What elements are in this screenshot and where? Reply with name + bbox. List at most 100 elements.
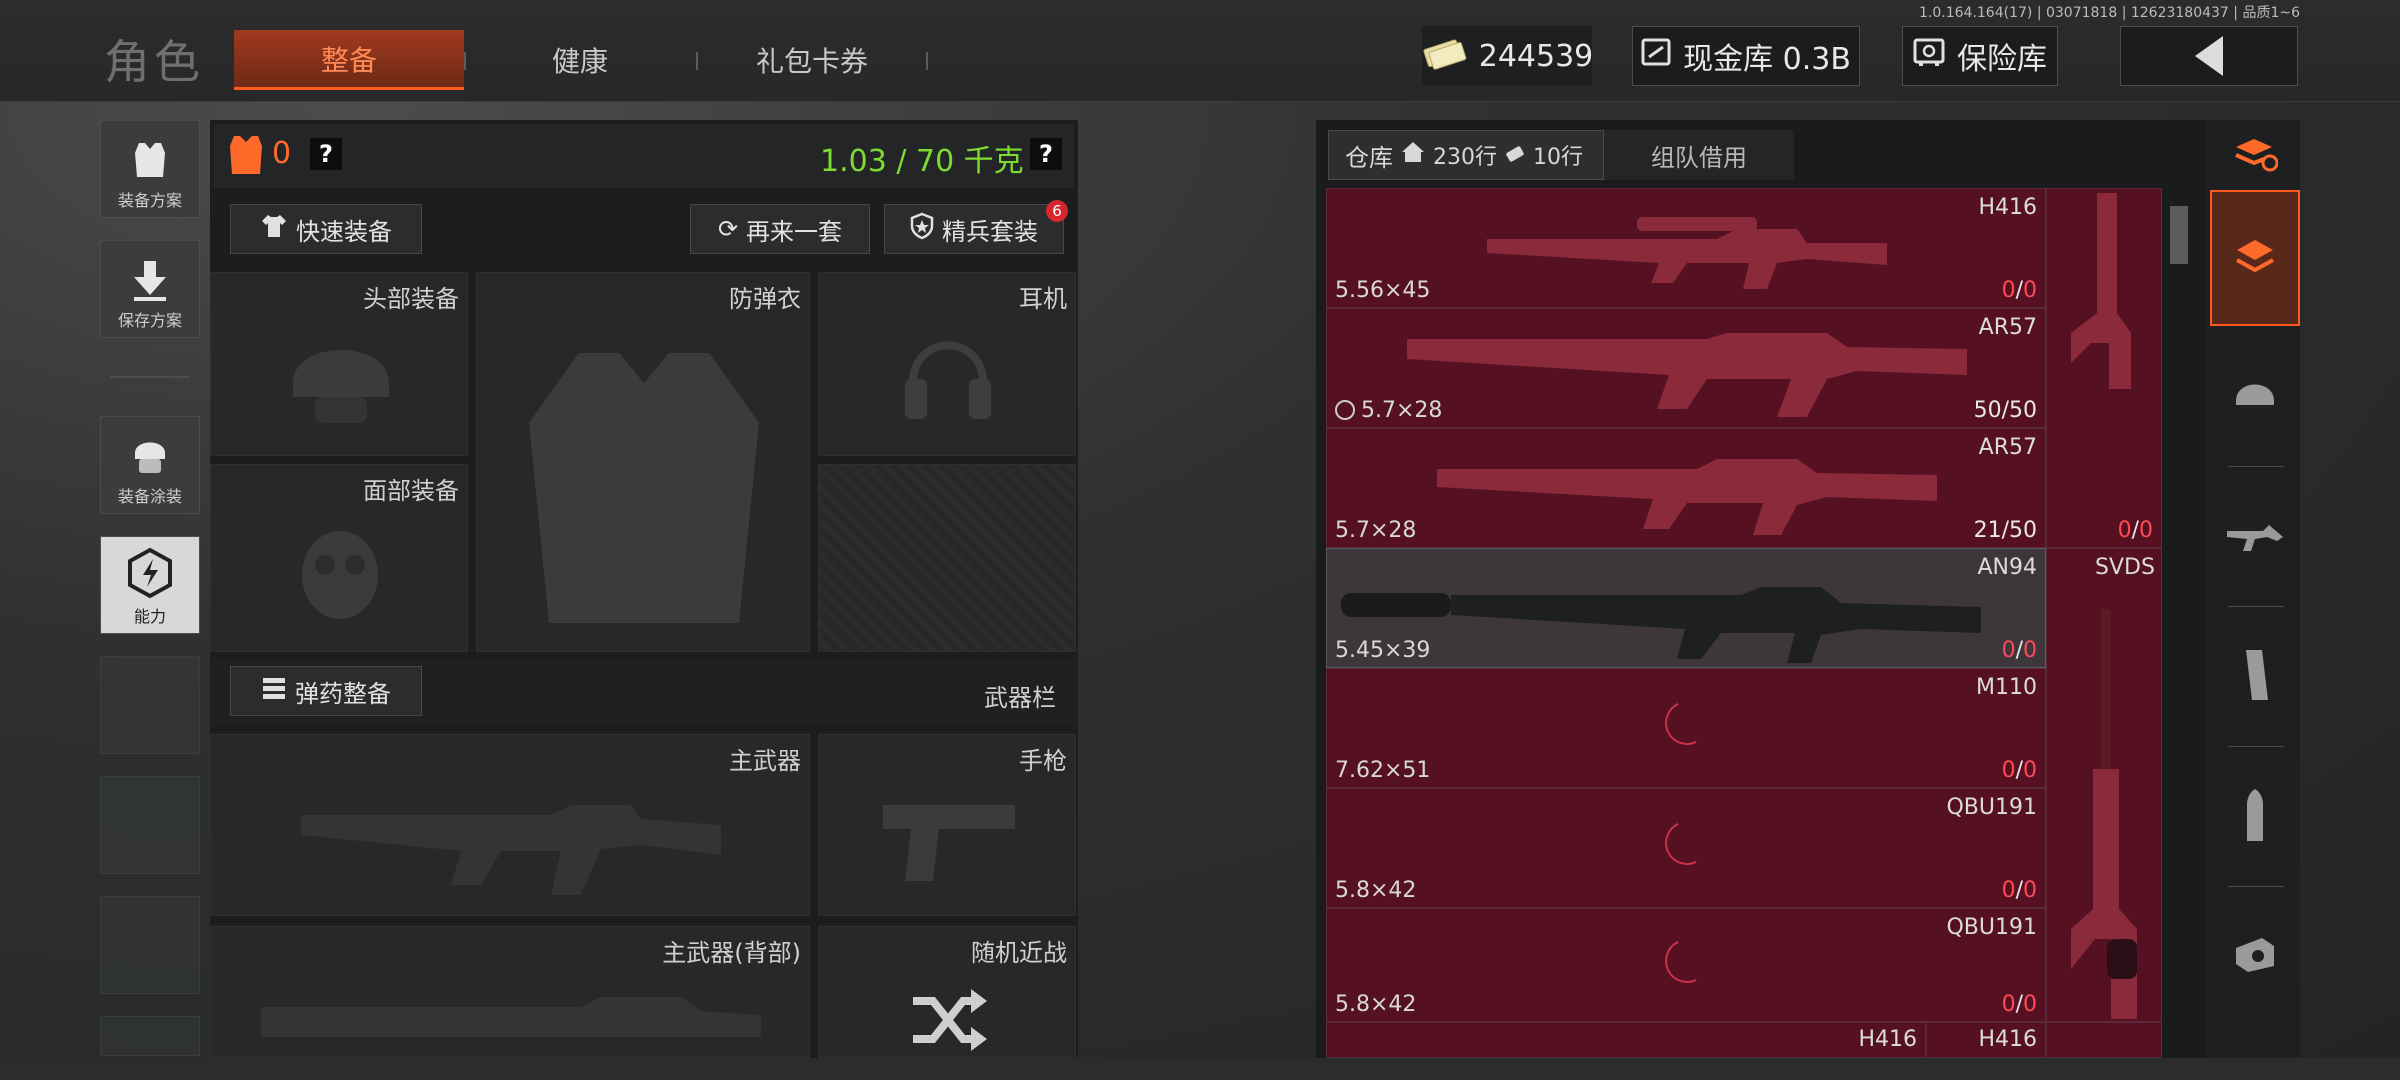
melee-slot[interactable]: 随机近战 [818, 926, 1076, 1058]
primary-weapon-slot[interactable]: 主武器 [210, 734, 810, 916]
item-count: 0/0 [2001, 878, 2037, 903]
face-slot-label: 面部装备 [363, 477, 459, 505]
rows-a: 230行 [1433, 145, 1497, 170]
tab-gift-cards[interactable]: 礼包卡券 [702, 30, 922, 90]
vertical-gun-icon [2071, 193, 2131, 389]
save-plan-button[interactable]: 保存方案 [100, 240, 200, 338]
category-weapon-button[interactable] [2210, 466, 2300, 604]
item-name: SVDS [2095, 555, 2155, 580]
reroll-button[interactable]: ⟳ 再来一套 [690, 204, 870, 254]
back-arrow-icon [2195, 36, 2223, 76]
gas-mask-icon [302, 531, 378, 619]
item-partial[interactable] [2046, 1022, 2162, 1058]
vest-slot-label: 防弹衣 [729, 285, 801, 313]
empty-slot [100, 656, 200, 754]
head-slot[interactable]: 头部装备 [210, 272, 468, 456]
safe-button[interactable]: 保险库 [1902, 26, 2058, 86]
pistol-slot[interactable]: 手枪 [818, 734, 1076, 916]
helmet-skin-icon [127, 431, 173, 483]
cash-vault-label: 现金库 0.3B [1683, 42, 1851, 77]
item-name: H416 [1978, 1027, 2037, 1052]
item-partial[interactable]: H416 [1926, 1022, 2046, 1058]
primary-back-slot[interactable]: 主武器(背部) [210, 926, 810, 1058]
elite-set-label: 精兵套装 [942, 217, 1038, 246]
item-an94[interactable]: AN94 5.45×39 0/0 [1326, 548, 2046, 668]
helmet-icon [293, 350, 389, 423]
item-svds[interactable]: SVDS [2046, 548, 2162, 1022]
item-qbu191[interactable]: QBU191 5.8×42 0/0 [1326, 788, 2046, 908]
empty-slot [100, 1016, 200, 1056]
bullet-icon [2247, 789, 2263, 841]
primary-weapon-label: 主武器 [729, 747, 801, 775]
page-title: 角色 [104, 35, 204, 89]
cash-vault-button[interactable]: 现金库 0.3B [1632, 26, 1860, 86]
item-m110[interactable]: M110 7.62×51 0/0 [1326, 668, 2046, 788]
armor-count: 0 [272, 136, 292, 171]
category-gear-button[interactable] [2210, 190, 2300, 326]
vest-slot[interactable]: 防弹衣 [476, 272, 810, 652]
loadout-plan-button[interactable]: 装备方案 [100, 120, 200, 218]
layers-refresh-icon [2235, 139, 2278, 172]
item-vertical-rifle[interactable]: 0/0 [2046, 188, 2162, 548]
item-name: QBU191 [1946, 795, 2037, 820]
armor-icon [226, 132, 266, 182]
item-name: AR57 [1978, 315, 2037, 340]
face-slot[interactable]: 面部装备 [210, 464, 468, 652]
melee-slot-label: 随机近战 [971, 939, 1067, 967]
item-partial[interactable]: H416 [1326, 1022, 1926, 1058]
an94-gun-icon [1341, 587, 1981, 663]
weapon-bar-label: 武器栏 [984, 684, 1056, 712]
armor-help-button[interactable]: ? [310, 138, 342, 170]
category-helmet-button[interactable] [2210, 326, 2300, 464]
headset-icon [905, 341, 991, 419]
category-magazine-button[interactable] [2210, 606, 2300, 744]
shirt-icon [260, 213, 288, 245]
scrollbar-track[interactable] [2166, 188, 2192, 1058]
ammo-equip-button[interactable]: 弹药整备 [230, 666, 422, 716]
quick-equip-button[interactable]: 快速装备 [230, 204, 422, 254]
elite-set-button[interactable]: 精兵套装 [884, 204, 1064, 254]
skin-button[interactable]: 装备涂装 [100, 416, 200, 514]
item-caliber: 7.62×51 [1335, 758, 1431, 783]
empty-slot [100, 896, 200, 994]
weight-help-button[interactable]: ? [1030, 138, 1062, 170]
headset-slot[interactable]: 耳机 [818, 272, 1076, 456]
ar57-gun-icon [1407, 333, 1967, 417]
category-ammo-button[interactable] [2210, 746, 2300, 884]
money-value: 244539 [1478, 38, 1594, 74]
tab-equip[interactable]: 整备 [234, 30, 464, 90]
item-ar57[interactable]: AR57 5.7×28 50/50 [1326, 308, 2046, 428]
svds-gun-icon [2071, 609, 2137, 1019]
warehouse-tab[interactable]: 仓库 230行 10行 [1328, 130, 1604, 180]
back-button[interactable] [2120, 26, 2298, 86]
pistol-slot-label: 手枪 [1019, 747, 1067, 775]
ability-button[interactable]: 能力 [100, 536, 200, 634]
tab-divider [696, 52, 698, 70]
tab-health[interactable]: 健康 [470, 30, 690, 90]
item-caliber: 5.8×42 [1335, 992, 1417, 1017]
primary-back-label: 主武器(背部) [662, 939, 801, 967]
category-all-button[interactable] [2210, 120, 2300, 190]
cash-icon [1421, 34, 1467, 78]
empty-gear-slot [818, 464, 1076, 652]
item-h416[interactable]: H416 5.56×45 0/0 [1326, 188, 2046, 308]
item-qbu191-2[interactable]: QBU191 5.8×42 0/0 [1326, 908, 2046, 1022]
weight-display: 1.03 / 70 千克 [820, 144, 1024, 179]
item-ar57-2[interactable]: AR57 5.7×28 21/50 [1326, 428, 2046, 548]
item-count: 0/0 [2001, 638, 2037, 663]
shield-icon [910, 212, 934, 246]
category-attachment-button[interactable] [2210, 886, 2300, 1024]
head-slot-label: 头部装备 [363, 285, 459, 313]
download-arrow-icon [130, 259, 170, 307]
item-count: 0/0 [2001, 278, 2037, 303]
loadout-plan-label: 装备方案 [117, 191, 182, 210]
tab-divider [464, 52, 466, 70]
rifle-icon [301, 805, 721, 895]
item-name: AN94 [1977, 555, 2037, 580]
item-name: M110 [1976, 675, 2037, 700]
save-plan-label: 保存方案 [117, 311, 182, 330]
team-borrow-tab[interactable]: 组队借用 [1604, 130, 1794, 180]
item-name: H416 [1858, 1027, 1917, 1052]
scrollbar-thumb[interactable] [2170, 206, 2188, 264]
ability-hex-icon [125, 547, 175, 603]
